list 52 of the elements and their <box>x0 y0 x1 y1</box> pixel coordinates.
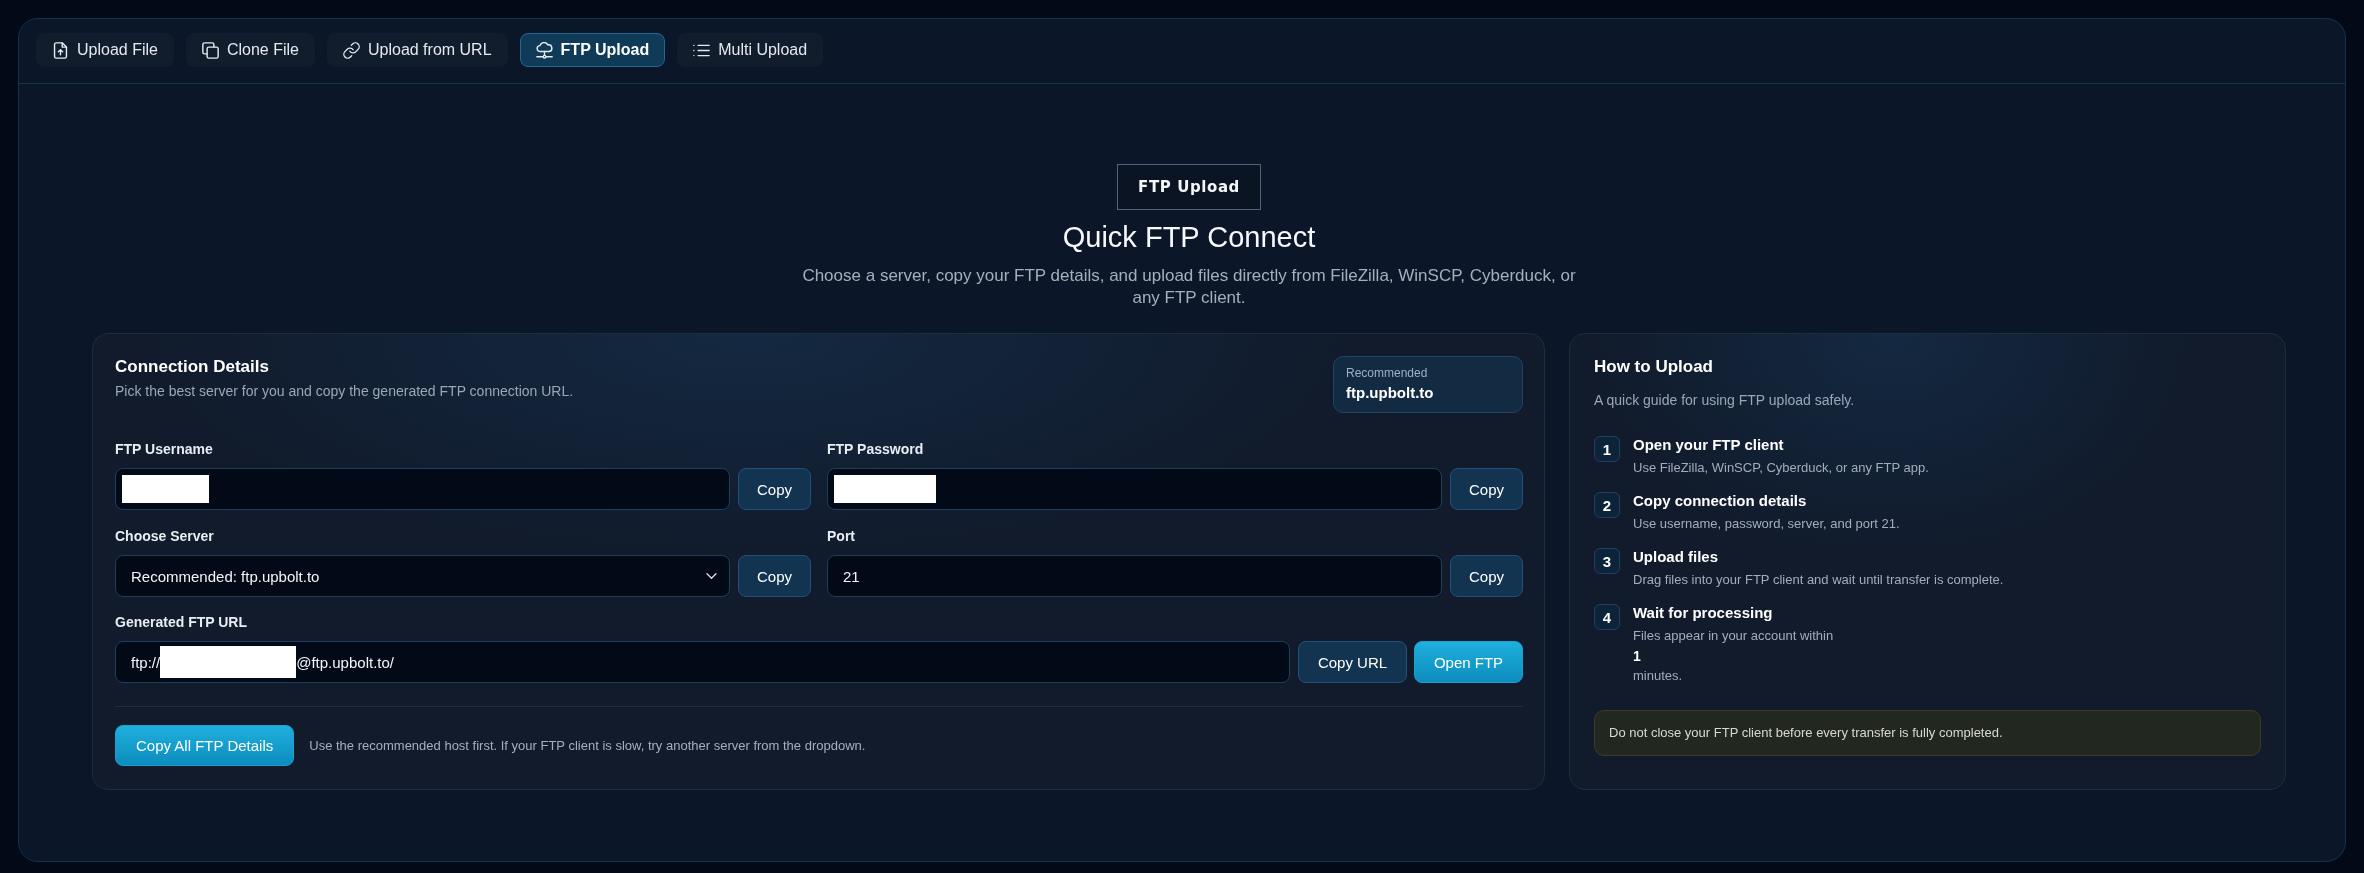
page-subtitle: Choose a server, copy your FTP details, and upload files directly from FileZilla, WinSCP, Cyberduck, or any FTP client. <box>801 265 1577 309</box>
tab[interactable]: FTP Upload <box>519 33 666 67</box>
copy-button[interactable]: Copy <box>737 468 811 510</box>
step-description: minutes. <box>1633 667 1684 685</box>
tab[interactable]: Upload from URL <box>326 33 508 67</box>
field-label: Generated FTP URL <box>115 613 248 631</box>
hint-text: Use the recommended host first. If your FTP client is slow, try another server from the dropdown. <box>309 736 866 755</box>
step-description: Use username, password, server, and port 21. <box>1633 515 1900 533</box>
field-label: Choose Server <box>115 527 215 545</box>
url-text: @ftp.upbolt.to/ <box>296 653 394 671</box>
card-title: Connection Details <box>115 356 270 378</box>
url-field[interactable]: ftp:// @ftp.upbolt.to/ <box>115 641 1290 683</box>
copy-button[interactable]: Copy <box>1449 555 1523 597</box>
dropdown-field[interactable]: Recommended: ftp.upbolt.to <box>115 555 730 597</box>
step-title: Upload files <box>1633 547 1719 567</box>
copy-button[interactable]: Copy <box>737 555 811 597</box>
card-title: How to Upload <box>1594 356 1714 378</box>
copy-url-button[interactable]: Copy URL <box>1298 641 1407 683</box>
step-description: Files appear in your account within <box>1633 627 1834 645</box>
input-field[interactable] <box>115 468 730 510</box>
input-field[interactable] <box>827 468 1442 510</box>
recommended-label: Recommended <box>1346 365 1429 381</box>
field-label: FTP Username <box>115 440 214 458</box>
step-number: 1 <box>1594 436 1620 462</box>
step-highlight: 1 <box>1633 647 1642 666</box>
step-description: Use FileZilla, WinSCP, Cyberduck, or any FTP app. <box>1633 459 1929 477</box>
step-number: 2 <box>1594 492 1620 518</box>
copy-icon <box>201 41 219 59</box>
tab[interactable]: Multi Upload <box>677 33 824 67</box>
tab[interactable]: Clone File <box>185 33 315 67</box>
url-text: ftp:// <box>131 653 161 671</box>
step-title: Copy connection details <box>1633 491 1808 511</box>
file-upload-icon <box>52 41 69 59</box>
chevron-down-icon <box>705 573 717 579</box>
field-label: Port <box>827 527 856 545</box>
input-field[interactable]: 21 <box>827 555 1442 597</box>
step-number: 4 <box>1594 604 1620 630</box>
step-number: 3 <box>1594 548 1620 574</box>
cloud-network-icon <box>535 41 553 59</box>
field-label: FTP Password <box>827 440 925 458</box>
step-title: Wait for processing <box>1633 603 1774 623</box>
warning-message: Do not close your FTP client before every transfer is fully completed. <box>1594 710 2261 756</box>
tab[interactable]: Upload File <box>36 33 174 67</box>
step-description: Drag files into your FTP client and wait until transfer is complete. <box>1633 571 2004 589</box>
step-title: Open your FTP client <box>1633 435 1785 455</box>
page-title: Quick FTP Connect <box>1062 220 1316 254</box>
card-subtitle: A quick guide for using FTP upload safely. <box>1594 391 1856 410</box>
recommended-host: ftp.upbolt.to <box>1346 383 1435 403</box>
card-subtitle: Pick the best server for you and copy the generated FTP connection URL. <box>115 382 574 401</box>
copy-button[interactable]: Copy <box>1449 468 1523 510</box>
link-icon <box>342 41 360 59</box>
section-badge: FTP Upload <box>1117 164 1261 210</box>
